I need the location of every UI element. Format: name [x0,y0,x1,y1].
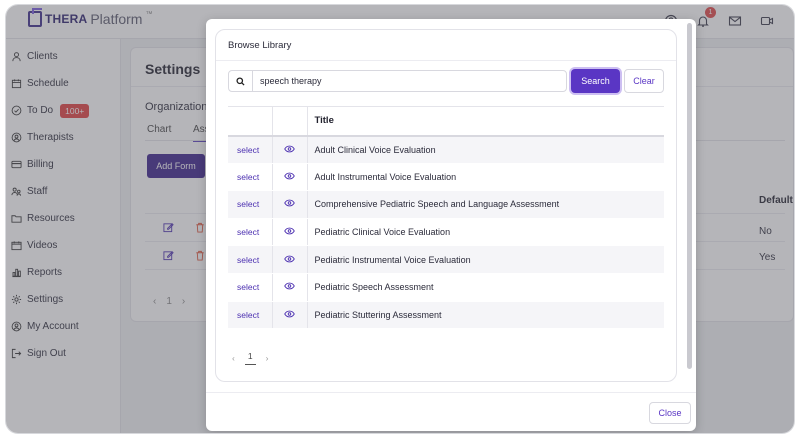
table-row: select Comprehensive Pediatric Speech an… [228,190,664,219]
app-window: THERA Platform ™ 1 Clients Schedule To D… [6,5,794,433]
pagination-next[interactable]: › [266,353,269,363]
close-button[interactable]: Close [649,402,691,424]
row-title: Pediatric Stuttering Assessment [307,301,664,330]
row-title: Pediatric Speech Assessment [307,273,664,302]
row-title: Pediatric Clinical Voice Evaluation [307,218,664,247]
table-header-title: Title [307,106,664,137]
table-row: select Pediatric Stuttering Assessment [228,301,664,330]
table-header-preview [272,106,308,137]
modal-scrollbar[interactable] [687,23,692,369]
row-title: Comprehensive Pediatric Speech and Langu… [307,190,664,219]
eye-icon[interactable] [284,255,295,263]
library-panel: Browse Library Search Clear Title [215,29,677,382]
table-row: select Pediatric Speech Assessment [228,273,664,302]
table-header-row: Title [228,106,664,137]
table-row: select Pediatric Clinical Voice Evaluati… [228,218,664,247]
search-box [228,70,567,92]
modal-pagination: ‹ 1 › [232,351,268,365]
pagination-current-page[interactable]: 1 [244,351,256,365]
search-button[interactable]: Search [571,69,620,93]
browse-library-modal: Browse Library Search Clear Title [206,19,696,431]
eye-icon[interactable] [284,310,295,318]
select-link[interactable]: select [237,227,259,237]
pagination-prev[interactable]: ‹ [232,353,235,363]
table-row: select Pediatric Instrumental Voice Eval… [228,245,664,274]
select-link[interactable]: select [237,145,259,155]
modal-footer-divider [206,392,696,393]
table-header-select [228,106,273,137]
search-input[interactable] [253,71,566,91]
table-row: select Adult Instrumental Voice Evaluati… [228,163,664,192]
divider [216,60,676,61]
eye-icon[interactable] [284,282,295,290]
table-row: select Adult Clinical Voice Evaluation [228,135,664,164]
eye-icon[interactable] [284,227,295,235]
select-link[interactable]: select [237,310,259,320]
clear-button[interactable]: Clear [624,69,664,93]
eye-icon[interactable] [284,172,295,180]
select-link[interactable]: select [237,172,259,182]
modal-title: Browse Library [228,40,292,51]
row-title: Adult Clinical Voice Evaluation [307,135,664,164]
select-link[interactable]: select [237,282,259,292]
select-link[interactable]: select [237,255,259,265]
search-icon [229,71,253,91]
library-table: Title select Adult Clinical Voice Evalua… [228,106,664,330]
eye-icon[interactable] [284,145,295,153]
eye-icon[interactable] [284,199,295,207]
row-title: Adult Instrumental Voice Evaluation [307,163,664,192]
row-title: Pediatric Instrumental Voice Evaluation [307,245,664,274]
select-link[interactable]: select [237,199,259,209]
